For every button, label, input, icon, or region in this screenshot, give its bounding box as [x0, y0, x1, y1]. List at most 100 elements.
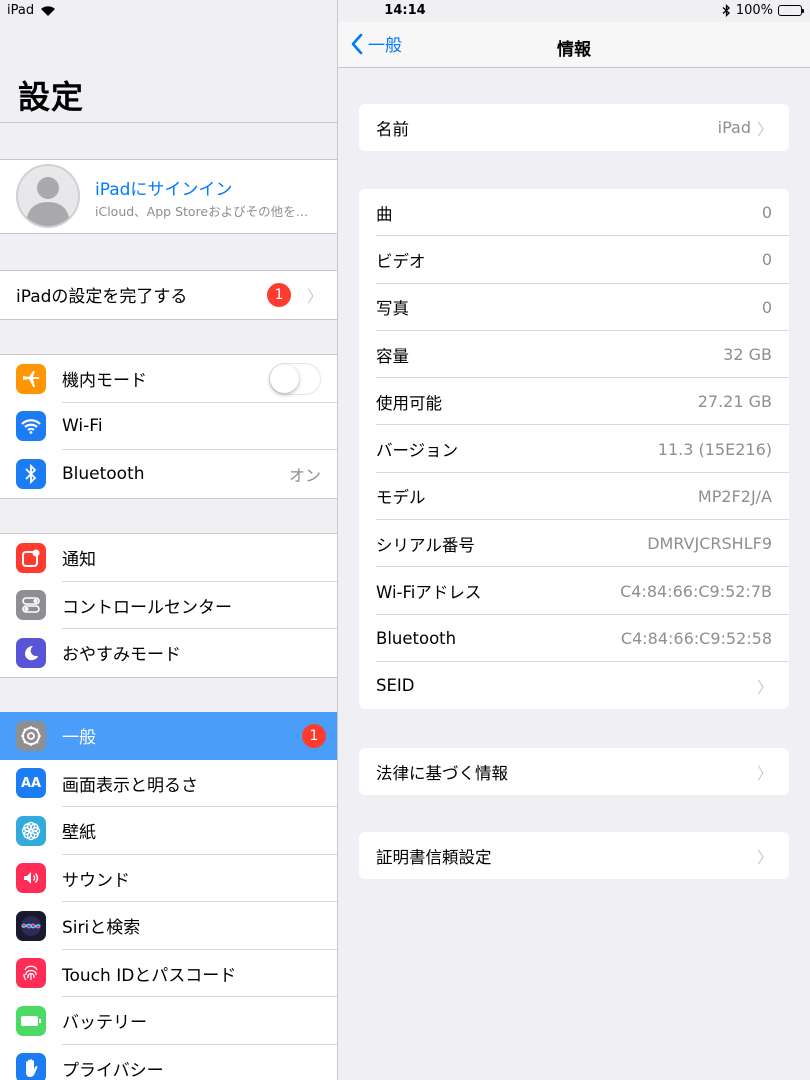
sign-in-subtitle: iCloud、App Storeおよびその他を… — [95, 204, 309, 219]
detail-row-seid[interactable]: SEID 〉 — [359, 662, 789, 709]
detail-label: モデル — [376, 488, 426, 508]
sidebar-item-label: 壁紙 — [62, 823, 96, 844]
sidebar-item-label: おやすみモード — [62, 645, 181, 666]
sidebar-item-label: コントロールセンター — [62, 597, 232, 618]
detail-value: 0 — [761, 250, 772, 270]
sidebar-title: 設定 — [18, 78, 85, 116]
bluetooth-icon — [16, 458, 46, 489]
detail-value: 32 GB — [723, 345, 772, 365]
sidebar-item-label: バッテリー — [62, 1013, 147, 1034]
nav-bar: 一般 情報 — [338, 22, 810, 68]
detail-row-photos: 写真 0 — [359, 284, 789, 331]
pane-divider — [337, 0, 338, 1080]
setup-group: iPadの設定を完了する 1 〉 — [0, 270, 337, 320]
airplane-mode-toggle[interactable] — [269, 362, 321, 395]
sidebar-item-control-center[interactable]: コントロールセンター — [0, 582, 337, 629]
clock: 14:14 — [384, 3, 426, 18]
detail-label: シリアル番号 — [376, 535, 475, 555]
details-card: 曲 0 ビデオ 0 写真 0 容量 32 GB 使用可能 27.21 GB バー… — [359, 189, 789, 710]
detail-row-capacity: 容量 32 GB — [359, 331, 789, 379]
legal-label: 法律に基づく情報 — [376, 763, 508, 783]
sidebar-item-wallpaper[interactable]: 壁紙 — [0, 807, 337, 855]
status-bar: iPad 14:14 100% — [0, 0, 810, 22]
detail-value: C4:84:66:C9:52:58 — [620, 628, 772, 648]
detail-label: ビデオ — [376, 251, 426, 271]
sidebar-item-label: Touch IDとパスコード — [62, 965, 237, 986]
control-center-icon — [16, 590, 46, 621]
header-divider — [0, 122, 337, 123]
detail-value: 0 — [761, 297, 772, 317]
name-card: 名前 iPad 〉 — [359, 104, 789, 152]
detail-label: SEID — [376, 676, 415, 696]
avatar — [16, 164, 80, 228]
gear-icon — [16, 720, 46, 751]
detail-label: 容量 — [376, 346, 409, 366]
chevron-right-icon: 〉 — [756, 677, 773, 697]
finish-setup-row[interactable]: iPadの設定を完了する 1 〉 — [0, 271, 337, 319]
display-icon: AA — [16, 768, 46, 799]
chevron-right-icon: 〉 — [756, 847, 773, 867]
detail-label: 曲 — [376, 204, 393, 224]
sidebar-item-bluetooth[interactable]: Bluetooth オン — [0, 450, 337, 498]
wallpaper-icon — [16, 815, 46, 846]
sidebar-item-airplane-mode[interactable]: 機内モード — [0, 355, 337, 403]
general-badge: 1 — [302, 723, 326, 748]
sidebar-item-sounds[interactable]: サウンド — [0, 855, 337, 902]
detail-row-wifi-address: Wi-Fiアドレス C4:84:66:C9:52:7B — [359, 567, 789, 615]
detail-row-videos: ビデオ 0 — [359, 236, 789, 284]
bluetooth-status-icon — [722, 4, 730, 17]
name-label: 名前 — [376, 119, 409, 139]
notification-icon — [16, 542, 46, 573]
sidebar-item-label: Wi-Fi — [62, 416, 103, 437]
certificate-trust-row[interactable]: 証明書信頼設定 〉 — [359, 832, 789, 879]
sidebar-item-privacy[interactable]: プライバシー — [0, 1045, 337, 1080]
airplane-icon — [16, 363, 46, 394]
connectivity-group: 機内モード Wi-Fi Bluetooth オン — [0, 354, 337, 499]
page-title: 情報 — [557, 40, 591, 60]
sidebar-item-label: 機内モード — [62, 371, 147, 392]
sidebar-item-label: Bluetooth — [62, 463, 145, 484]
detail-value: 11.3 (15E216) — [657, 439, 772, 459]
chevron-right-icon: 〉 — [306, 286, 323, 306]
legal-row[interactable]: 法律に基づく情報 〉 — [359, 748, 789, 795]
battery-icon — [16, 1005, 46, 1036]
sidebar-item-siri[interactable]: Siriと検索 — [0, 902, 337, 950]
sidebar-item-label: Siriと検索 — [62, 918, 141, 939]
detail-value: 0 — [761, 203, 772, 223]
sidebar-item-touch-id[interactable]: Touch IDとパスコード — [0, 950, 337, 997]
sound-icon — [16, 863, 46, 894]
battery-level-icon — [778, 5, 804, 16]
general-group: 一般 1 AA 画面表示と明るさ 壁紙 サウンド Siriと検索 Touch I… — [0, 712, 337, 1080]
bluetooth-status: オン — [288, 465, 321, 485]
sidebar-item-do-not-disturb[interactable]: おやすみモード — [0, 629, 337, 677]
sidebar-item-notifications[interactable]: 通知 — [0, 534, 337, 582]
sidebar-item-label: 通知 — [62, 550, 96, 571]
sidebar-item-battery[interactable]: バッテリー — [0, 997, 337, 1045]
detail-label: Wi-Fiアドレス — [376, 583, 482, 603]
setup-badge: 1 — [267, 282, 291, 307]
sidebar-item-label: 一般 — [62, 728, 96, 749]
detail-value: MP2F2J/A — [697, 486, 772, 506]
sidebar-item-label: 画面表示と明るさ — [62, 775, 198, 796]
certs-card: 証明書信頼設定 〉 — [359, 832, 789, 880]
notifications-group: 通知 コントロールセンター おやすみモード — [0, 533, 337, 678]
sidebar-item-wifi[interactable]: Wi-Fi — [0, 403, 337, 450]
detail-row-version[interactable]: バージョン 11.3 (15E216) — [359, 425, 789, 473]
sign-in-title: iPadにサインイン — [95, 180, 233, 200]
sidebar-item-display[interactable]: AA 画面表示と明るさ — [0, 760, 337, 807]
moon-icon — [16, 637, 46, 668]
detail-row-bluetooth: Bluetooth C4:84:66:C9:52:58 — [359, 615, 789, 662]
name-row[interactable]: 名前 iPad 〉 — [359, 104, 789, 151]
detail-row-available: 使用可能 27.21 GB — [359, 378, 789, 426]
legal-card: 法律に基づく情報 〉 — [359, 748, 789, 796]
detail-value: C4:84:66:C9:52:7B — [620, 581, 772, 601]
chevron-right-icon: 〉 — [756, 119, 773, 139]
detail-row-songs: 曲 0 — [359, 189, 789, 237]
sidebar-item-general[interactable]: 一般 1 — [0, 712, 337, 760]
hand-icon — [16, 1053, 46, 1080]
settings-sidebar: 設定 iPadにサインイン iCloud、App Storeおよびその他を… i… — [0, 0, 337, 1080]
detail-row-model[interactable]: モデル MP2F2J/A — [359, 473, 789, 521]
sidebar-item-label: プライバシー — [62, 1060, 164, 1080]
sign-in-row[interactable]: iPadにサインイン iCloud、App Storeおよびその他を… — [0, 159, 337, 234]
siri-icon — [16, 910, 46, 941]
